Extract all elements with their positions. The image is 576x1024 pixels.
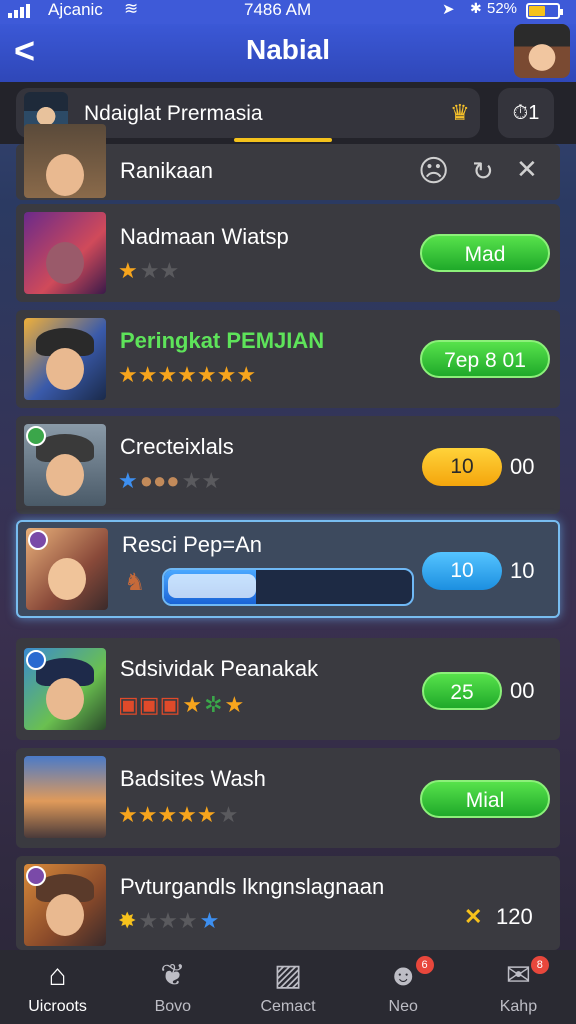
signal-icon <box>8 4 30 18</box>
nav-label: Kahp <box>499 998 538 1015</box>
player-thumbnail <box>24 648 106 730</box>
refresh-icon[interactable]: ↻ <box>472 156 494 187</box>
list-item[interactable]: Pvturgandls lkngnslagnaan ✸ ★★★ ★ ✕ 120 <box>16 856 560 950</box>
avatar[interactable] <box>514 24 570 78</box>
badge-icon <box>28 530 48 550</box>
player-thumbnail <box>24 756 106 838</box>
tab-indicator <box>234 138 332 142</box>
list-item[interactable]: Badsites Wash ★★★★★ ★ Mial <box>16 748 560 848</box>
battery-icon <box>526 3 563 19</box>
nav-item-kahp[interactable]: ✉ 8 Kahp <box>461 950 576 1024</box>
rating-stars: ★ ●●● ★★ <box>118 468 222 493</box>
nav-label: Cemact <box>260 998 316 1015</box>
player-name: Resci Pep=An <box>122 532 263 557</box>
score-value: 00 <box>510 454 535 479</box>
sad-face-icon[interactable]: ☹ <box>418 154 449 189</box>
list-item[interactable]: Sdsividak Peanakak ▣▣▣ ★ ✲ ★ 25 00 <box>16 638 560 740</box>
nav-item-cemact[interactable]: ▨ Cemact <box>230 950 345 1024</box>
nav-item-home[interactable]: ⌂ Uicroots <box>0 950 115 1024</box>
notification-badge: 8 <box>530 956 549 974</box>
close-icon[interactable]: ✕ <box>516 154 538 185</box>
action-button[interactable]: Mial <box>420 780 550 818</box>
timer-button[interactable]: ⏱1 <box>498 88 554 138</box>
status-bar: Ajcanic ≋ 7486 AM ➤ ✱ 52% <box>0 0 576 24</box>
notification-badge: 6 <box>415 956 434 974</box>
player-name: Ranikaan <box>120 158 213 183</box>
list-item-selected[interactable]: Resci Pep=An ♞ 10 10 <box>16 520 560 618</box>
carrier-name: Ajcanic <box>48 0 103 19</box>
badge-icon <box>26 866 46 886</box>
wifi-icon: ≋ <box>124 0 139 18</box>
nav-label: Uicroots <box>28 998 87 1015</box>
score-pill[interactable]: 10 <box>422 552 502 590</box>
home-icon: ⌂ <box>48 959 67 992</box>
nav-label: Neo <box>388 998 418 1015</box>
rating-stars: ✸ ★★★ ★ <box>118 908 220 933</box>
nav-label: Bovo <box>154 998 192 1015</box>
list-item[interactable]: Peringkat PEMJIAN ★★★★★★★ 7ep 8 01 <box>16 310 560 408</box>
rating-stars: ▣▣▣ ★ ✲ ★ <box>118 692 245 717</box>
player-thumbnail <box>24 318 106 400</box>
nav-item-neo[interactable]: ☻ 6 Neo <box>346 950 461 1024</box>
nav-item-bovo[interactable]: ❦ Bovo <box>115 950 230 1024</box>
league-label: Ndaiglat Prermasia <box>84 102 263 125</box>
player-thumbnail <box>24 124 106 198</box>
cross-swords-icon: ✕ <box>464 904 483 929</box>
progress-bar <box>162 568 414 606</box>
page-title: Nabial <box>245 34 331 65</box>
rating-stars: ★ ★★ <box>118 258 180 283</box>
badge-icon <box>26 426 46 446</box>
score-pill[interactable]: 25 <box>422 672 502 710</box>
timer-icon: ⏱ <box>512 102 529 124</box>
score-value: 00 <box>510 678 535 703</box>
emblem-icon: ♞ <box>124 569 146 596</box>
timer-count: 1 <box>528 102 540 124</box>
rating-stars: ★★★★★ ★ <box>118 802 239 827</box>
list-item[interactable]: Ranikaan ☹ ↻ ✕ <box>16 124 560 200</box>
score-value: 120 <box>496 904 533 929</box>
action-button[interactable]: 7ep 8 01 <box>420 340 550 378</box>
bluetooth-icon: ✱ <box>470 0 482 16</box>
score-pill[interactable]: 10 <box>422 448 502 486</box>
player-name: Sdsividak Peanakak <box>120 656 319 681</box>
rating-stars: ★★★★★★★ <box>118 362 257 387</box>
action-button[interactable]: Mad <box>420 234 550 272</box>
player-name: Badsites Wash <box>120 766 266 791</box>
player-thumbnail <box>26 528 108 610</box>
player-thumbnail <box>24 212 106 294</box>
player-name: Pvturgandls lkngnslagnaan <box>120 874 385 899</box>
bottom-nav: ⌂ Uicroots ❦ Bovo ▨ Cemact ☻ 6 Neo ✉ 8 K… <box>0 950 576 1024</box>
crown-icon: ♛ <box>450 100 470 125</box>
score-value: 10 <box>510 558 535 583</box>
player-name: Peringkat PEMJIAN <box>120 328 325 353</box>
image-icon: ▨ <box>273 959 303 992</box>
app-header: < Nabial <box>0 24 576 82</box>
player-thumbnail <box>24 864 106 946</box>
location-icon: ➤ <box>442 1 455 18</box>
badge-icon <box>26 650 46 670</box>
battery-percent: 52% <box>487 0 518 17</box>
leaf-icon: ❦ <box>160 959 186 992</box>
player-thumbnail <box>24 424 106 506</box>
player-name: Nadmaan Wiatsp <box>120 224 289 249</box>
list-item[interactable]: Crecteixlals ★ ●●● ★★ 10 00 <box>16 416 560 514</box>
list-item[interactable]: Nadmaan Wiatsp ★ ★★ Mad <box>16 204 560 302</box>
clock: 7486 AM <box>244 0 312 19</box>
player-name: Crecteixlals <box>120 434 234 459</box>
